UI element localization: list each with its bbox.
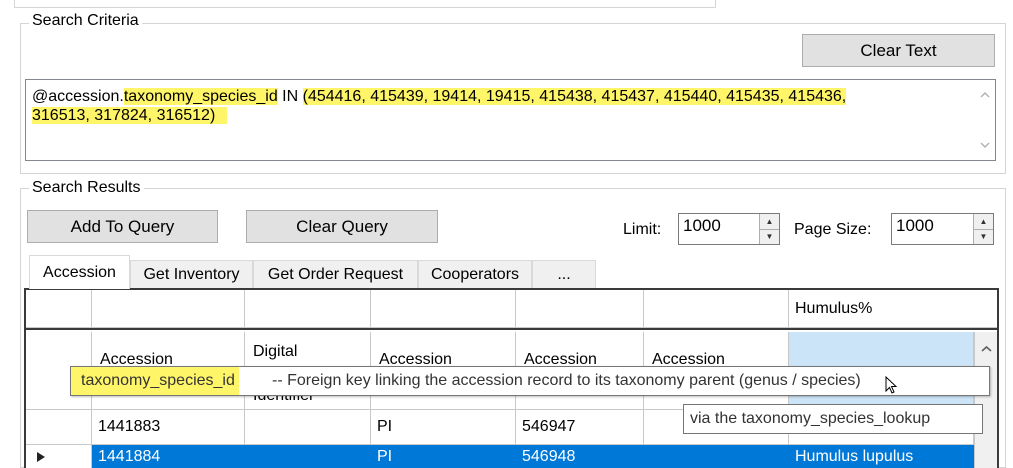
limit-spin-buttons: ▲ ▼ bbox=[759, 214, 779, 244]
tab-accession[interactable]: Accession bbox=[29, 255, 130, 289]
tab-get-inventory[interactable]: Get Inventory bbox=[130, 260, 253, 289]
column-tooltip-line2: via the taxonomy_species_lookup bbox=[683, 404, 983, 434]
current-row-arrow-icon bbox=[37, 452, 45, 462]
spin-down-icon[interactable]: ▼ bbox=[760, 229, 779, 244]
query-textbox[interactable]: @accession.taxonomy_species_id IN (45441… bbox=[25, 79, 996, 161]
tooltip-description-line2: via the taxonomy_species_lookup bbox=[690, 410, 931, 427]
filter-cell[interactable] bbox=[26, 290, 92, 328]
top-groupbox-partial bbox=[14, 0, 716, 8]
tab-get-order-request[interactable]: Get Order Request bbox=[253, 260, 418, 289]
filter-cell-taxonomy[interactable]: Humulus% bbox=[789, 290, 997, 328]
query-prefix: @accession. bbox=[32, 88, 124, 105]
scroll-down-icon[interactable] bbox=[980, 141, 990, 149]
tooltip-field-name: taxonomy_species_id bbox=[71, 367, 239, 395]
filter-cell[interactable] bbox=[245, 290, 371, 328]
table-cell[interactable]: 546947 bbox=[516, 410, 644, 445]
spin-down-icon[interactable]: ▼ bbox=[974, 229, 993, 244]
page-size-stepper[interactable]: 1000 ▲ ▼ bbox=[891, 213, 994, 245]
tooltip-description: -- Foreign key linking the accession rec… bbox=[272, 372, 861, 389]
limit-label: Limit: bbox=[623, 221, 662, 238]
cell-value: PI bbox=[377, 418, 393, 435]
tab-cooperators[interactable]: Cooperators bbox=[418, 260, 532, 289]
page-size-spin-buttons: ▲ ▼ bbox=[973, 214, 993, 244]
filter-cell[interactable] bbox=[516, 290, 644, 328]
filter-value: Humulus% bbox=[795, 300, 873, 317]
query-scrollbar[interactable] bbox=[975, 80, 995, 160]
query-operator: IN bbox=[277, 88, 303, 105]
grid-vertical-scrollbar[interactable] bbox=[974, 332, 997, 468]
page-size-label: Page Size: bbox=[794, 221, 872, 238]
clear-query-button[interactable]: Clear Query bbox=[246, 210, 438, 243]
mouse-cursor-icon bbox=[885, 376, 898, 394]
row-header[interactable] bbox=[26, 410, 92, 445]
limit-stepper[interactable]: 1000 ▲ ▼ bbox=[678, 213, 780, 245]
page-size-value: 1000 bbox=[896, 216, 934, 235]
filter-cell[interactable] bbox=[92, 290, 245, 328]
cell-value: 546947 bbox=[522, 418, 576, 435]
add-to-query-button[interactable]: Add To Query bbox=[27, 210, 218, 243]
search-criteria-legend: Search Criteria bbox=[29, 12, 142, 30]
scroll-up-icon[interactable] bbox=[980, 91, 990, 99]
query-values-line2: 316513, 317824, 316512) bbox=[32, 107, 228, 124]
query-field: taxonomy_species_id bbox=[123, 88, 278, 105]
query-values-line1: (454416, 415439, 19414, 19415, 415438, 4… bbox=[302, 88, 847, 105]
cell-value: Humulus lupulus bbox=[795, 448, 914, 465]
table-cell[interactable]: PI bbox=[371, 410, 516, 445]
table-cell[interactable] bbox=[245, 410, 371, 445]
spin-up-icon[interactable]: ▲ bbox=[974, 214, 993, 230]
table-cell[interactable]: 1441883 bbox=[92, 410, 245, 445]
filter-cell[interactable] bbox=[644, 290, 789, 328]
cell-value: 546948 bbox=[522, 448, 576, 465]
limit-value: 1000 bbox=[683, 216, 721, 235]
cell-value: 1441884 bbox=[98, 448, 161, 465]
query-text: @accession.taxonomy_species_id IN (45441… bbox=[32, 87, 962, 125]
tab-more[interactable]: ... bbox=[532, 260, 596, 289]
clear-text-button[interactable]: Clear Text bbox=[802, 34, 995, 67]
scroll-up-icon[interactable] bbox=[981, 345, 992, 353]
cell-value: PI bbox=[377, 448, 393, 465]
grid-filter-row: Humulus% bbox=[26, 290, 997, 330]
filter-cell[interactable] bbox=[371, 290, 516, 328]
search-results-legend: Search Results bbox=[29, 179, 144, 197]
cell-value: 1441883 bbox=[98, 418, 161, 435]
column-header-label: Digital bbox=[253, 343, 298, 360]
spin-up-icon[interactable]: ▲ bbox=[760, 214, 779, 230]
column-tooltip: taxonomy_species_id -- Foreign key linki… bbox=[70, 366, 990, 396]
